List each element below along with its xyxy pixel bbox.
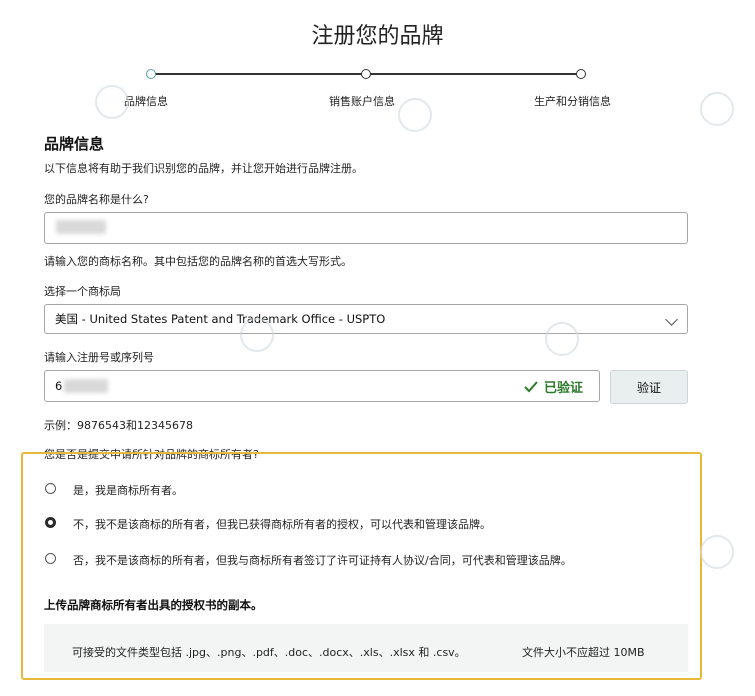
brand-name-label: 您的品牌名称是什么? (44, 193, 149, 206)
page-title: 注册您的品牌 (311, 24, 444, 49)
step-dot-sales-account (361, 69, 371, 79)
step-label-production: 生产和分销信息 (534, 95, 611, 108)
upload-max-size: 文件大小不应超过 10MB (522, 646, 645, 659)
ownership-option-authorized[interactable]: 不，我不是该商标的所有者，但我已获得商标所有者的授权，可以代表和管理该品牌。 (73, 516, 491, 532)
section-title: 品牌信息 (44, 135, 105, 153)
registration-input[interactable] (44, 370, 600, 402)
step-dot-brand-info (146, 69, 156, 79)
ownership-option-licensee[interactable]: 否，我不是该商标的所有者，但我与商标所有者签订了许可证持有人协议/合同，可代表和… (73, 552, 572, 568)
brand-name-input[interactable] (44, 212, 688, 244)
step-label-brand-info: 品牌信息 (124, 95, 168, 108)
section-description: 以下信息将有助于我们识别您的品牌，并让您开始进行品牌注册。 (44, 162, 363, 175)
verified-text: 已验证 (544, 381, 584, 396)
ownership-radio-owner[interactable] (45, 483, 56, 494)
brand-name-redacted (56, 220, 106, 234)
check-icon (524, 380, 538, 392)
ownership-option-owner[interactable]: 是，我是商标所有者。 (73, 482, 183, 498)
ownership-radio-licensee[interactable] (45, 553, 56, 564)
brand-name-hint: 请输入您的商标名称。其中包括您的品牌名称的首选大写形式。 (44, 255, 352, 268)
upload-title: 上传品牌商标所有者出具的授权书的副本。 (44, 598, 263, 612)
registration-label: 请输入注册号或序列号 (44, 351, 154, 364)
progress-stepper: 品牌信息 销售账户信息 生产和分销信息 (0, 60, 755, 110)
trademark-office-select[interactable]: 美国 - United States Patent and Trademark … (44, 304, 688, 334)
registration-redacted (64, 379, 108, 393)
verified-status: 已验证 (524, 377, 583, 396)
upload-accepted-types: 可接受的文件类型包括 .jpg、.png、.pdf、.doc、.docx、.xl… (72, 646, 466, 659)
watermark-logo (700, 535, 734, 569)
registration-example: 示例：9876543和12345678 (44, 419, 193, 432)
step-label-sales-account: 销售账户信息 (329, 95, 395, 108)
verify-button[interactable]: 验证 (610, 370, 688, 404)
trademark-office-label: 选择一个商标局 (44, 285, 121, 298)
trademark-office-selected: 美国 - United States Patent and Trademark … (55, 312, 386, 326)
ownership-radio-authorized[interactable] (45, 517, 56, 528)
step-dot-production (576, 69, 586, 79)
